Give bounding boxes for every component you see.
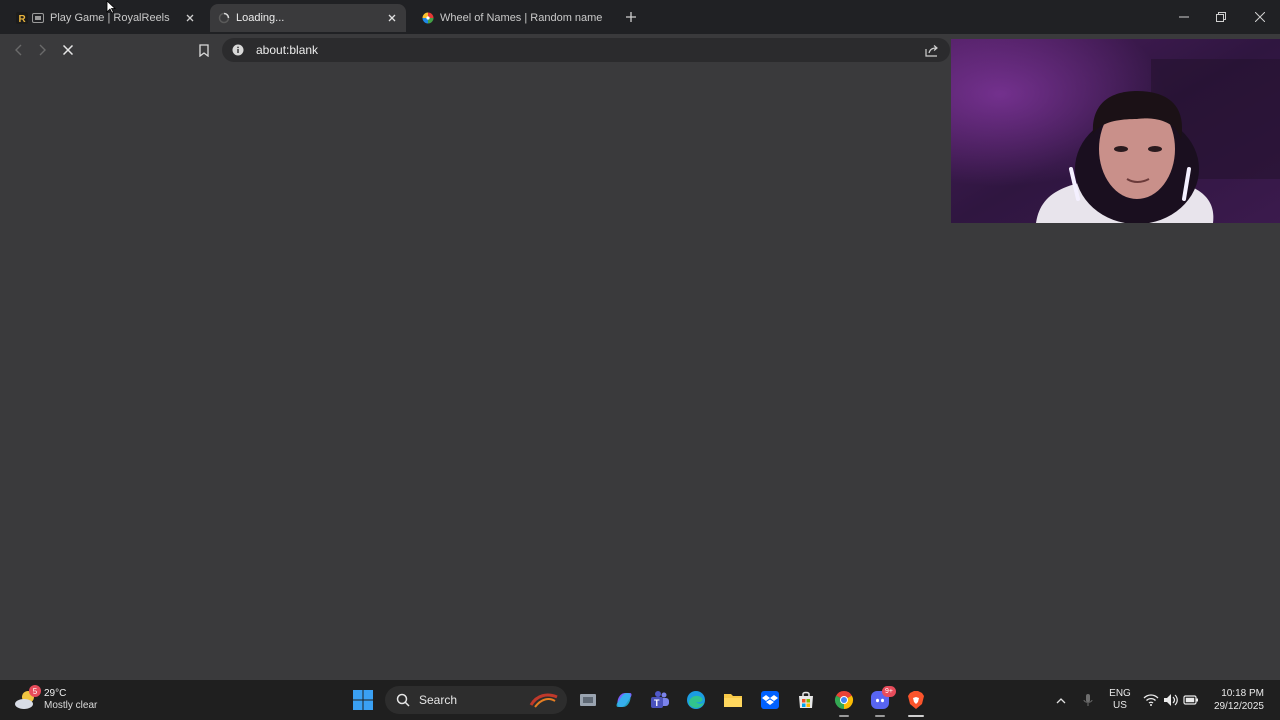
clock-time: 10:18 PM: [1221, 688, 1264, 699]
tab-close-icon[interactable]: [182, 10, 198, 26]
site-info-icon[interactable]: [230, 42, 246, 58]
tab-strip: R Play Game | RoyalReels Loading... Whee…: [0, 0, 1280, 34]
clock-date: 29/12/2025: [1213, 701, 1264, 712]
weather-temperature: 29°C: [44, 688, 67, 699]
tab-title: Play Game | RoyalReels: [50, 12, 170, 24]
search-highlight-icon: [529, 693, 558, 708]
tab-loading[interactable]: Loading...: [210, 4, 406, 32]
new-tab-button[interactable]: [622, 8, 640, 26]
file-explorer-icon[interactable]: [721, 688, 745, 712]
language-line2: US: [1113, 700, 1127, 711]
microphone-icon[interactable]: [1076, 688, 1100, 712]
close-window-button[interactable]: [1248, 6, 1272, 28]
minimize-button[interactable]: [1172, 6, 1196, 28]
discord-badge: 9+: [882, 686, 896, 697]
dropbox-icon[interactable]: [758, 688, 782, 712]
teams-icon[interactable]: T: [648, 688, 672, 712]
active-app-indicator: [839, 715, 849, 717]
mouse-cursor-icon: [106, 0, 117, 19]
microsoft-store-icon[interactable]: [794, 688, 818, 712]
language-indicator[interactable]: ENG US: [1106, 688, 1134, 712]
windows-start-icon[interactable]: [351, 688, 375, 712]
back-button[interactable]: [8, 40, 28, 60]
tab-muted-icon[interactable]: [32, 12, 44, 24]
restore-button[interactable]: [1209, 6, 1233, 28]
chrome-icon[interactable]: [832, 688, 856, 717]
share-icon[interactable]: [924, 42, 940, 58]
taskbar: 5 29°C Mostly clear Search T 9+ ENG US 1…: [0, 680, 1280, 720]
tab-title: Wheel of Names | Random name pic: [440, 12, 606, 24]
bookmark-icon[interactable]: [194, 40, 214, 60]
weather-condition: Mostly clear: [44, 700, 98, 711]
search-label: Search: [419, 693, 458, 707]
battery-icon[interactable]: [1179, 688, 1203, 712]
address-bar[interactable]: about:blank: [222, 38, 950, 62]
copilot-icon[interactable]: [612, 688, 636, 712]
task-view-icon[interactable]: [576, 688, 600, 712]
weather-icon: 5: [14, 685, 41, 712]
weather-widget[interactable]: 5 29°C Mostly clear: [14, 684, 97, 716]
webcam-overlay: [951, 39, 1280, 223]
tab-close-icon[interactable]: [384, 10, 400, 26]
discord-icon[interactable]: 9+: [868, 686, 896, 717]
system-clock[interactable]: 10:18 PM 29/12/2025: [1214, 687, 1264, 713]
taskbar-search[interactable]: Search: [385, 686, 567, 714]
search-icon: [395, 692, 411, 708]
forward-button[interactable]: [33, 40, 53, 60]
weather-badge: 5: [29, 685, 41, 697]
tab-title: Loading...: [236, 12, 285, 24]
tab-wheel-of-names[interactable]: Wheel of Names | Random name pic: [416, 4, 612, 32]
svg-text:R: R: [19, 14, 27, 24]
address-url[interactable]: about:blank: [256, 43, 318, 57]
stop-loading-button[interactable]: [58, 40, 78, 60]
wheel-of-names-favicon: [422, 12, 434, 24]
loading-spinner-icon: [218, 12, 230, 24]
show-hidden-icons-chevron-icon[interactable]: [1049, 688, 1073, 712]
edge-icon[interactable]: [684, 688, 708, 712]
active-app-indicator: [875, 715, 885, 717]
active-app-indicator: [908, 715, 924, 717]
language-line1: ENG: [1109, 688, 1131, 699]
royalreels-favicon: R: [16, 12, 28, 24]
svg-text:T: T: [654, 698, 660, 708]
brave-browser-icon[interactable]: [904, 688, 928, 717]
